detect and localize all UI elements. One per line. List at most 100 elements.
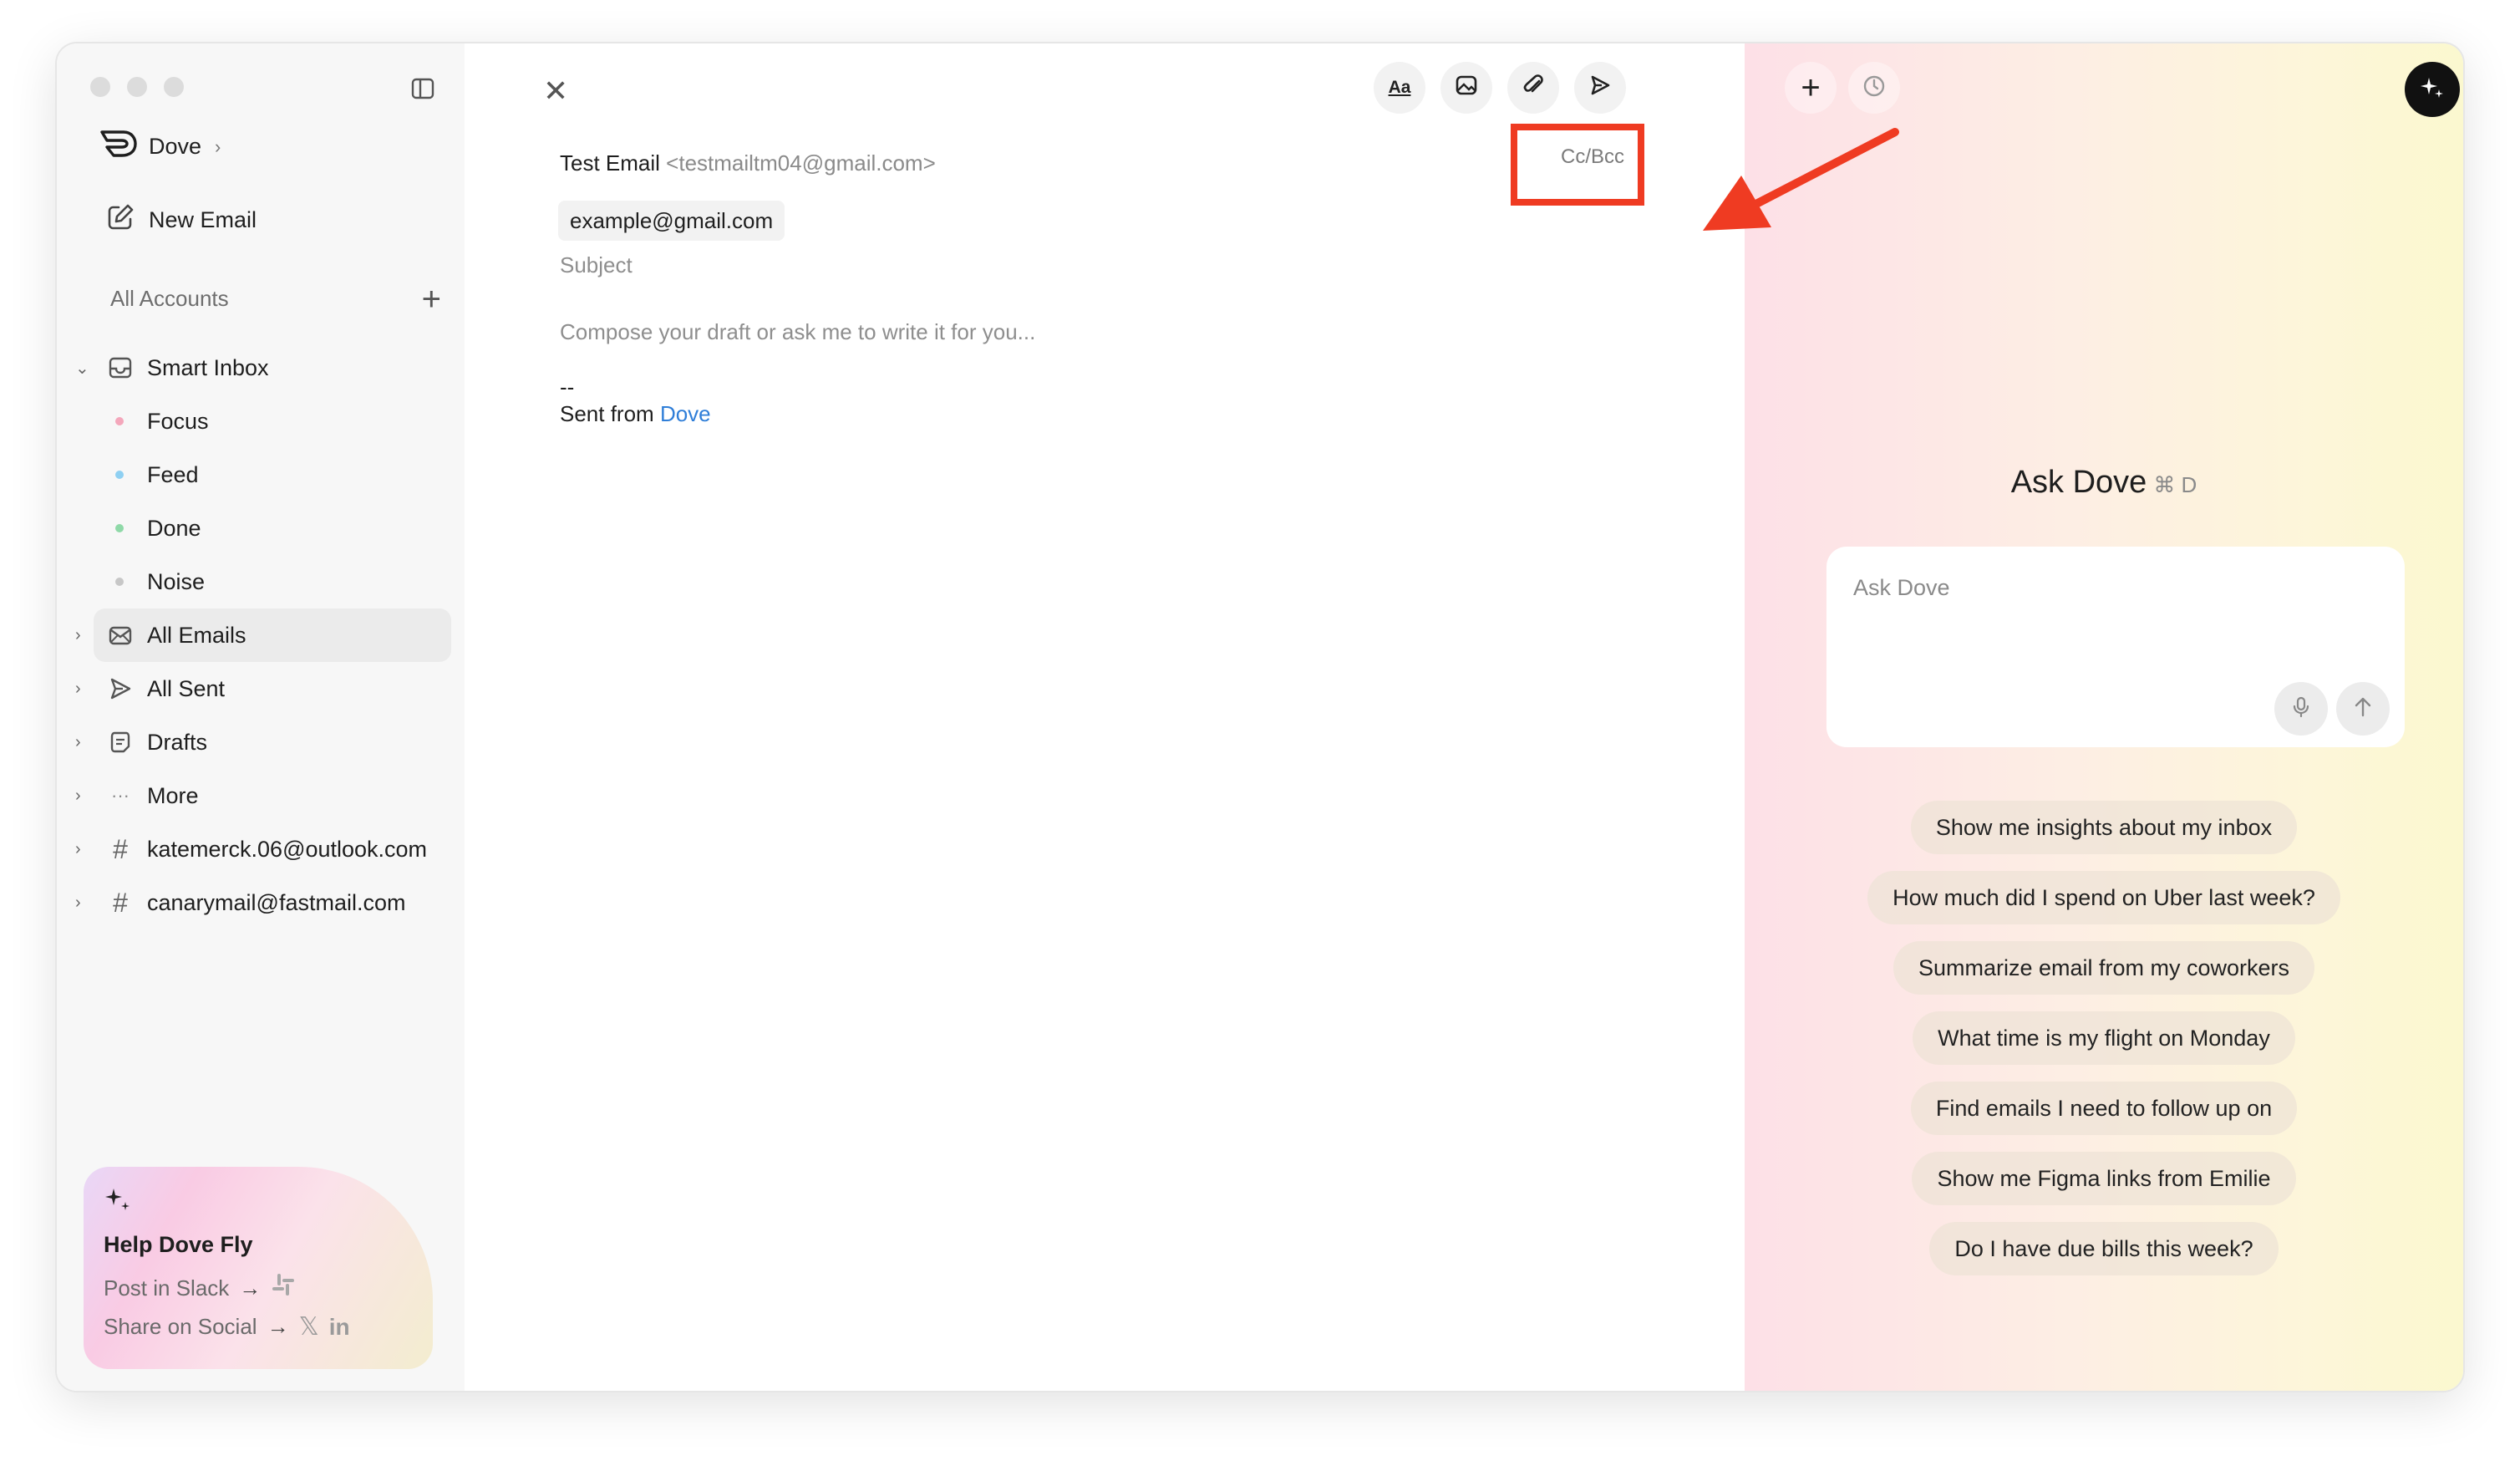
done-dot-icon bbox=[115, 524, 124, 532]
sidebar-item-all-emails[interactable]: › All Emails bbox=[75, 608, 451, 662]
add-account-icon[interactable]: + bbox=[422, 283, 441, 316]
sidebar-item-fastmail-account[interactable]: › # canarymail@fastmail.com bbox=[57, 876, 465, 929]
minimize-window-button[interactable] bbox=[127, 77, 147, 97]
suggestion-chip[interactable]: Do I have due bills this week? bbox=[1929, 1222, 2279, 1275]
feed-dot-icon bbox=[115, 471, 124, 479]
sidebar-item-done[interactable]: Done bbox=[57, 501, 465, 555]
clock-icon bbox=[1862, 74, 1887, 103]
sidebar-item-label: Focus bbox=[147, 408, 209, 434]
compose-icon bbox=[105, 202, 135, 238]
inbox-icon bbox=[107, 354, 134, 381]
from-field[interactable]: Test Email <testmailtm04@gmail.com> bbox=[560, 150, 936, 176]
sidebar-item-label: All Emails bbox=[147, 622, 246, 648]
submit-button[interactable] bbox=[2336, 682, 2390, 736]
suggestion-chip[interactable]: Find emails I need to follow up on bbox=[1910, 1082, 2298, 1135]
insert-image-button[interactable] bbox=[1440, 62, 1492, 114]
suggestion-chip[interactable]: Show me insights about my inbox bbox=[1910, 801, 2298, 854]
linkedin-icon[interactable]: in bbox=[329, 1314, 350, 1341]
brand-name: Dove bbox=[149, 134, 202, 159]
suggestion-chip[interactable]: How much did I spend on Uber last week? bbox=[1867, 871, 2340, 924]
sidebar-item-label: katemerck.06@outlook.com bbox=[147, 836, 428, 862]
sidebar-item-label: All Sent bbox=[147, 675, 226, 701]
ask-dove-title: Ask Dove bbox=[2010, 465, 2147, 500]
microphone-icon bbox=[2289, 695, 2313, 723]
slack-icon bbox=[271, 1272, 296, 1304]
sidebar: Dove › New Email All Accounts + ⌄ Smart … bbox=[57, 43, 465, 1391]
plus-icon: + bbox=[1801, 69, 1821, 106]
chevron-right-icon[interactable]: › bbox=[75, 680, 81, 699]
close-icon[interactable]: ✕ bbox=[543, 74, 568, 109]
keyboard-shortcut: ⌘ D bbox=[2153, 472, 2197, 497]
attach-file-button[interactable] bbox=[1507, 62, 1559, 114]
accounts-label: All Accounts bbox=[110, 286, 229, 311]
subject-input[interactable]: Subject bbox=[560, 252, 633, 278]
sidebar-nav: ⌄ Smart Inbox Focus Feed Done Noise › Al… bbox=[57, 341, 465, 929]
x-twitter-icon[interactable]: 𝕏 bbox=[299, 1312, 319, 1341]
account-switcher[interactable]: Dove › bbox=[99, 127, 221, 166]
sidebar-item-label: canarymail@fastmail.com bbox=[147, 889, 406, 915]
body-editor[interactable]: Compose your draft or ask me to write it… bbox=[560, 319, 1035, 345]
maximize-window-button[interactable] bbox=[164, 77, 184, 97]
promo-title: Help Dove Fly bbox=[104, 1232, 253, 1257]
suggestion-chip[interactable]: Summarize email from my coworkers bbox=[1893, 941, 2315, 995]
arrow-right-icon: → bbox=[267, 1314, 289, 1339]
format-text-button[interactable]: Aa bbox=[1374, 62, 1425, 114]
sidebar-item-drafts[interactable]: › Drafts bbox=[57, 715, 465, 769]
chevron-right-icon[interactable]: › bbox=[75, 893, 81, 913]
send-button[interactable] bbox=[1574, 62, 1626, 114]
sidebar-item-more[interactable]: › ··· More bbox=[57, 769, 465, 822]
from-address: <testmailtm04@gmail.com> bbox=[666, 150, 936, 176]
chevron-right-icon[interactable]: › bbox=[75, 733, 81, 752]
suggestion-chip[interactable]: What time is my flight on Monday bbox=[1913, 1011, 2295, 1065]
image-icon bbox=[1454, 73, 1479, 103]
chevron-right-icon: › bbox=[215, 135, 221, 157]
arrow-up-icon bbox=[2351, 695, 2375, 723]
sidebar-item-noise[interactable]: Noise bbox=[57, 555, 465, 608]
compose-pane: ✕ Aa Test Email <testmailtm04@gmail.com>… bbox=[465, 43, 1745, 1391]
microphone-button[interactable] bbox=[2274, 682, 2328, 736]
promo-card: Help Dove Fly Post in Slack → Share on S… bbox=[84, 1167, 433, 1369]
close-window-button[interactable] bbox=[90, 77, 110, 97]
dove-link[interactable]: Dove bbox=[660, 401, 711, 426]
share-on-social-link[interactable]: Share on Social → 𝕏 in bbox=[104, 1312, 350, 1341]
ellipsis-icon: ··· bbox=[111, 785, 130, 806]
suggestion-chip[interactable]: Show me Figma links from Emilie bbox=[1912, 1152, 2296, 1205]
recipient-chip[interactable]: example@gmail.com bbox=[558, 201, 785, 241]
accounts-header: All Accounts + bbox=[110, 283, 445, 316]
send-icon bbox=[107, 675, 134, 702]
sparkle-icon bbox=[2417, 73, 2447, 107]
hash-icon: # bbox=[113, 887, 128, 918]
sidebar-item-label: Done bbox=[147, 515, 201, 541]
window-controls bbox=[90, 77, 184, 97]
ask-dove-input[interactable]: Ask Dove bbox=[1826, 547, 2405, 747]
chevron-right-icon[interactable]: › bbox=[75, 786, 81, 806]
paperclip-icon bbox=[1521, 73, 1546, 103]
format-text-label: Aa bbox=[1388, 78, 1411, 97]
compose-toolbar: Aa bbox=[1374, 62, 1626, 114]
arrow-right-icon: → bbox=[239, 1275, 262, 1301]
chevron-down-icon[interactable]: ⌄ bbox=[75, 358, 89, 379]
sidebar-item-feed[interactable]: Feed bbox=[57, 448, 465, 501]
chevron-right-icon[interactable]: › bbox=[75, 840, 81, 859]
from-name: Test Email bbox=[560, 150, 660, 176]
new-email-label: New Email bbox=[149, 207, 257, 232]
sidebar-item-all-sent[interactable]: › All Sent bbox=[57, 662, 465, 715]
drafts-icon bbox=[107, 729, 134, 756]
chevron-right-icon[interactable]: › bbox=[75, 626, 81, 645]
noise-dot-icon bbox=[115, 578, 124, 586]
sidebar-toggle-icon[interactable] bbox=[409, 75, 436, 102]
new-chat-button[interactable]: + bbox=[1785, 62, 1837, 114]
post-in-slack-link[interactable]: Post in Slack → bbox=[104, 1272, 296, 1304]
sparkle-icon bbox=[102, 1184, 135, 1221]
sidebar-item-label: Drafts bbox=[147, 729, 208, 755]
sidebar-item-focus[interactable]: Focus bbox=[57, 395, 465, 448]
ask-dove-pane: + Ask Dove ⌘ D Ask Dove Show me insights … bbox=[1745, 43, 2463, 1391]
ai-sparkle-button[interactable] bbox=[2405, 62, 2460, 117]
sidebar-item-smart-inbox[interactable]: ⌄ Smart Inbox bbox=[57, 341, 465, 395]
sidebar-item-outlook-account[interactable]: › # katemerck.06@outlook.com bbox=[57, 822, 465, 876]
send-icon bbox=[1588, 73, 1613, 103]
signature-separator: -- bbox=[560, 374, 575, 400]
new-email-button[interactable]: New Email bbox=[105, 202, 257, 238]
history-button[interactable] bbox=[1848, 62, 1900, 114]
sidebar-item-label: More bbox=[147, 782, 199, 808]
